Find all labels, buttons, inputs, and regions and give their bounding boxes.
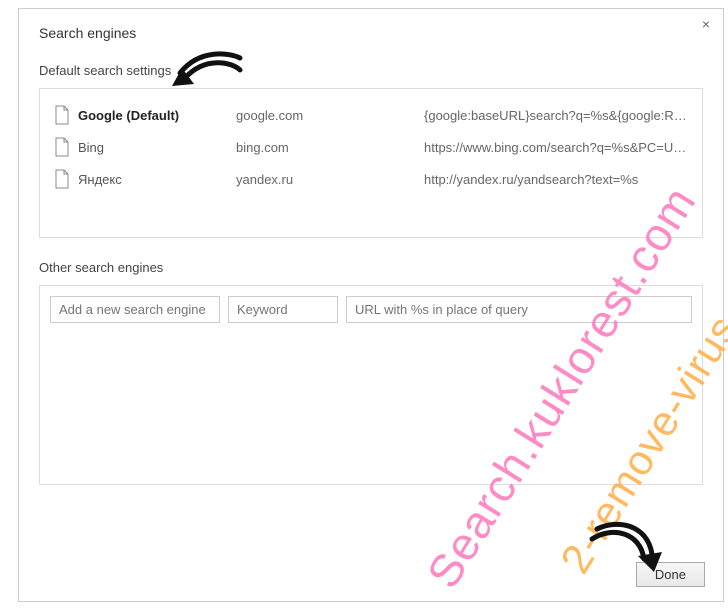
page-icon [54,137,70,157]
engine-row-google[interactable]: Google (Default) google.com {google:base… [40,99,702,131]
page-icon [54,169,70,189]
engine-domain: bing.com [236,140,416,155]
engine-row-bing[interactable]: Bing bing.com https://www.bing.com/searc… [40,131,702,163]
engine-domain: yandex.ru [236,172,416,187]
default-engines-panel: Google (Default) google.com {google:base… [39,88,703,238]
engine-name: Яндекс [78,172,228,187]
other-section-label: Other search engines [39,260,703,275]
add-engine-url-input[interactable] [346,296,692,323]
close-icon: × [702,16,710,32]
engine-domain: google.com [236,108,416,123]
page-icon [54,105,70,125]
default-section-label: Default search settings [39,63,703,78]
engine-name: Google (Default) [78,108,228,123]
other-engines-panel [39,285,703,485]
done-button[interactable]: Done [636,562,705,587]
add-engine-name-input[interactable] [50,296,220,323]
close-button[interactable]: × [699,17,713,31]
add-engine-keyword-input[interactable] [228,296,338,323]
engine-url: {google:baseURL}search?q=%s&{google:RLZ}… [424,108,688,123]
engine-url: https://www.bing.com/search?q=%s&PC=U316… [424,140,688,155]
engine-name: Bing [78,140,228,155]
dialog-title: Search engines [39,25,703,41]
engine-url: http://yandex.ru/yandsearch?text=%s [424,172,688,187]
add-engine-row [50,296,692,323]
engine-row-yandex[interactable]: Яндекс yandex.ru http://yandex.ru/yandse… [40,163,702,195]
search-engines-dialog: × Search engines Default search settings… [18,8,724,602]
